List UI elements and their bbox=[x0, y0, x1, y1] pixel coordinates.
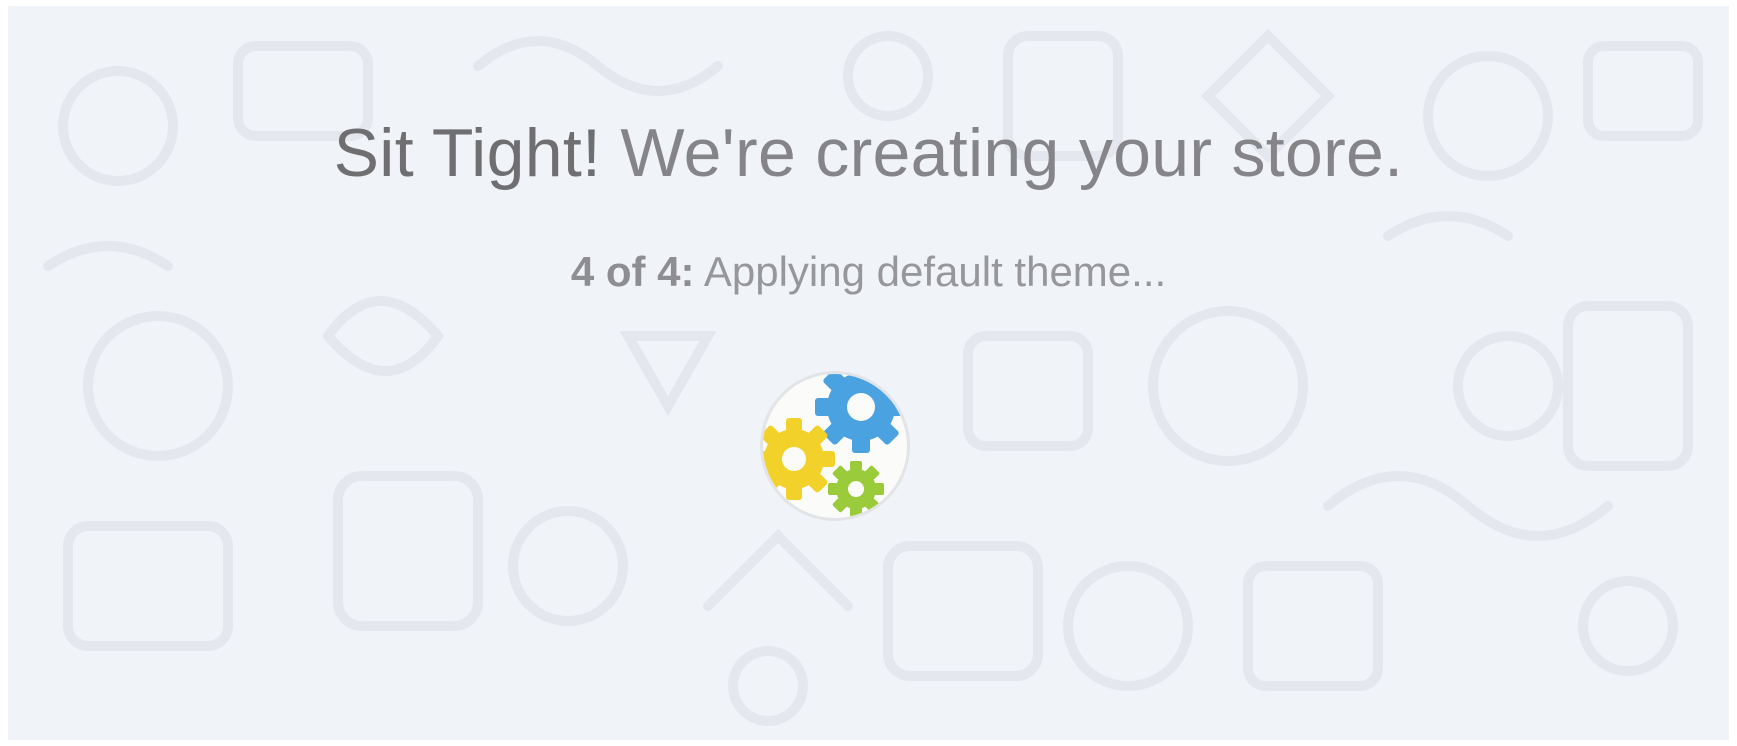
title-emphasis: Sit Tight! bbox=[333, 115, 602, 191]
page-title: Sit Tight! We're creating your store. bbox=[8, 114, 1729, 192]
store-creation-screen: Sit Tight! We're creating your store. 4 … bbox=[8, 6, 1729, 740]
step-count: 4 of 4: bbox=[570, 248, 695, 295]
step-description: Applying default theme... bbox=[694, 248, 1167, 295]
title-text: We're creating your store. bbox=[601, 115, 1404, 191]
gears-icon bbox=[760, 371, 910, 521]
creation-content: Sit Tight! We're creating your store. 4 … bbox=[8, 6, 1729, 740]
progress-status: 4 of 4: Applying default theme... bbox=[8, 248, 1729, 296]
